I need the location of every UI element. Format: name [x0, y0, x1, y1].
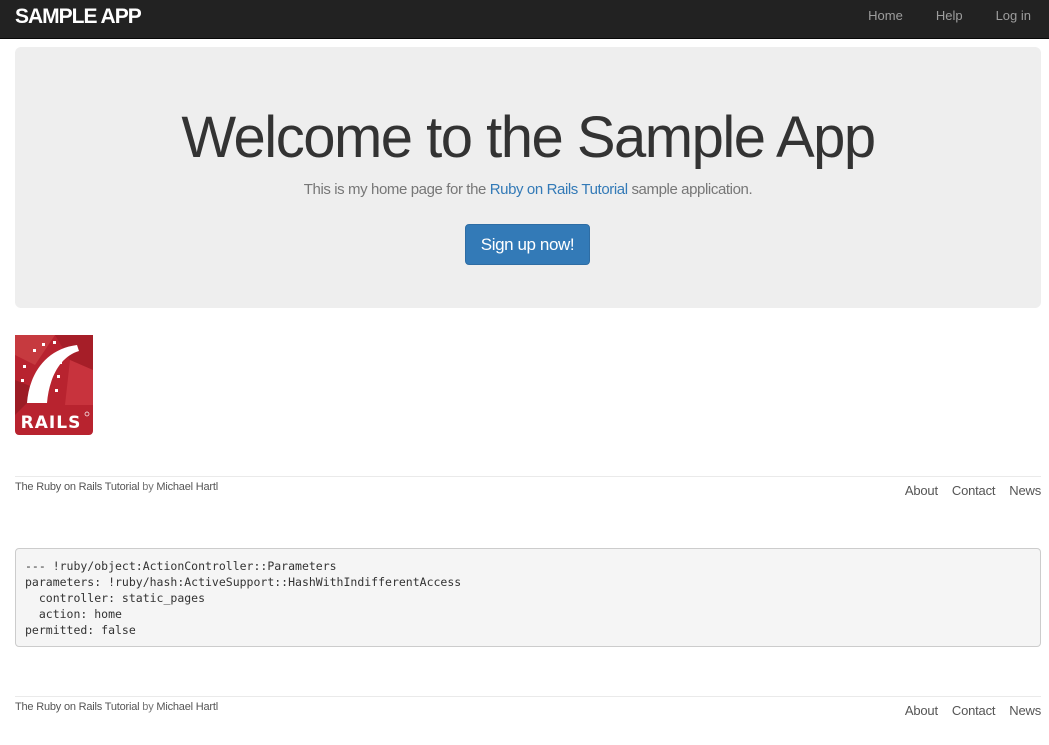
- nav-help-link[interactable]: Help: [912, 0, 972, 39]
- footer-contact-link[interactable]: Contact: [952, 703, 996, 718]
- page-footer: The Ruby on Rails Tutorial by Michael Ha…: [15, 476, 1041, 516]
- rails-tie: [42, 343, 45, 346]
- footer-about-link[interactable]: About: [905, 703, 938, 718]
- signup-button[interactable]: Sign up now!: [465, 224, 590, 265]
- footer-credit: The Ruby on Rails Tutorial by Michael Ha…: [15, 701, 218, 713]
- rails-tie: [33, 349, 36, 352]
- footer-credit: The Ruby on Rails Tutorial by Michael Ha…: [15, 481, 218, 493]
- rails-tie: [59, 361, 62, 364]
- rails-tie: [23, 365, 26, 368]
- debug-line: action: home: [25, 607, 122, 621]
- debug-params-block: --- !ruby/object:ActionController::Param…: [15, 548, 1041, 647]
- lead-prefix: This is my home page for the: [303, 181, 490, 198]
- footer-links: About Contact News: [891, 483, 1041, 498]
- page-footer-duplicate: The Ruby on Rails Tutorial by Michael Ha…: [15, 696, 1041, 736]
- debug-line: controller: static_pages: [25, 591, 206, 605]
- footer-author-link[interactable]: Michael Hartl: [156, 701, 218, 713]
- footer-author-link[interactable]: Michael Hartl: [156, 481, 218, 493]
- hero-lead: This is my home page for the Ruby on Rai…: [15, 180, 1041, 200]
- footer-by: by: [139, 701, 157, 713]
- app-logo[interactable]: Sample App: [15, 5, 142, 29]
- rails-tie: [57, 375, 60, 378]
- footer-news-link[interactable]: News: [1009, 483, 1041, 498]
- footer-by: by: [139, 481, 157, 493]
- hero-title: Welcome to the Sample App: [181, 105, 876, 170]
- debug-line: --- !ruby/object:ActionController::Param…: [25, 559, 337, 573]
- footer-about-link[interactable]: About: [905, 483, 938, 498]
- rails-tutorial-link[interactable]: Ruby on Rails Tutorial: [490, 181, 628, 198]
- rails-logo-text: RAILS: [21, 413, 82, 433]
- footer-news-link[interactable]: News: [1009, 703, 1041, 718]
- footer-tutorial-link[interactable]: The Ruby on Rails Tutorial: [15, 701, 140, 713]
- debug-line: permitted: false: [25, 623, 136, 637]
- rails-tie: [53, 341, 56, 344]
- rails-logo-link[interactable]: RAILS: [15, 335, 93, 435]
- debug-line: parameters: !ruby/hash:ActiveSupport::Ha…: [25, 575, 462, 589]
- nav-links: Home Help Log in: [844, 0, 1040, 39]
- nav-login-link[interactable]: Log in: [972, 0, 1040, 39]
- footer-contact-link[interactable]: Contact: [952, 483, 996, 498]
- rails-logo-icon: RAILS: [15, 335, 93, 435]
- footer-links: About Contact News: [891, 703, 1041, 718]
- top-navbar: Sample App Home Help Log in: [0, 0, 1049, 39]
- rails-tie: [55, 389, 58, 392]
- lead-suffix: sample application.: [627, 181, 753, 198]
- hero-jumbotron: Welcome to the Sample App This is my hom…: [15, 47, 1041, 308]
- rails-tie: [21, 379, 24, 382]
- footer-tutorial-link[interactable]: The Ruby on Rails Tutorial: [15, 481, 140, 493]
- nav-home-link[interactable]: Home: [844, 0, 912, 39]
